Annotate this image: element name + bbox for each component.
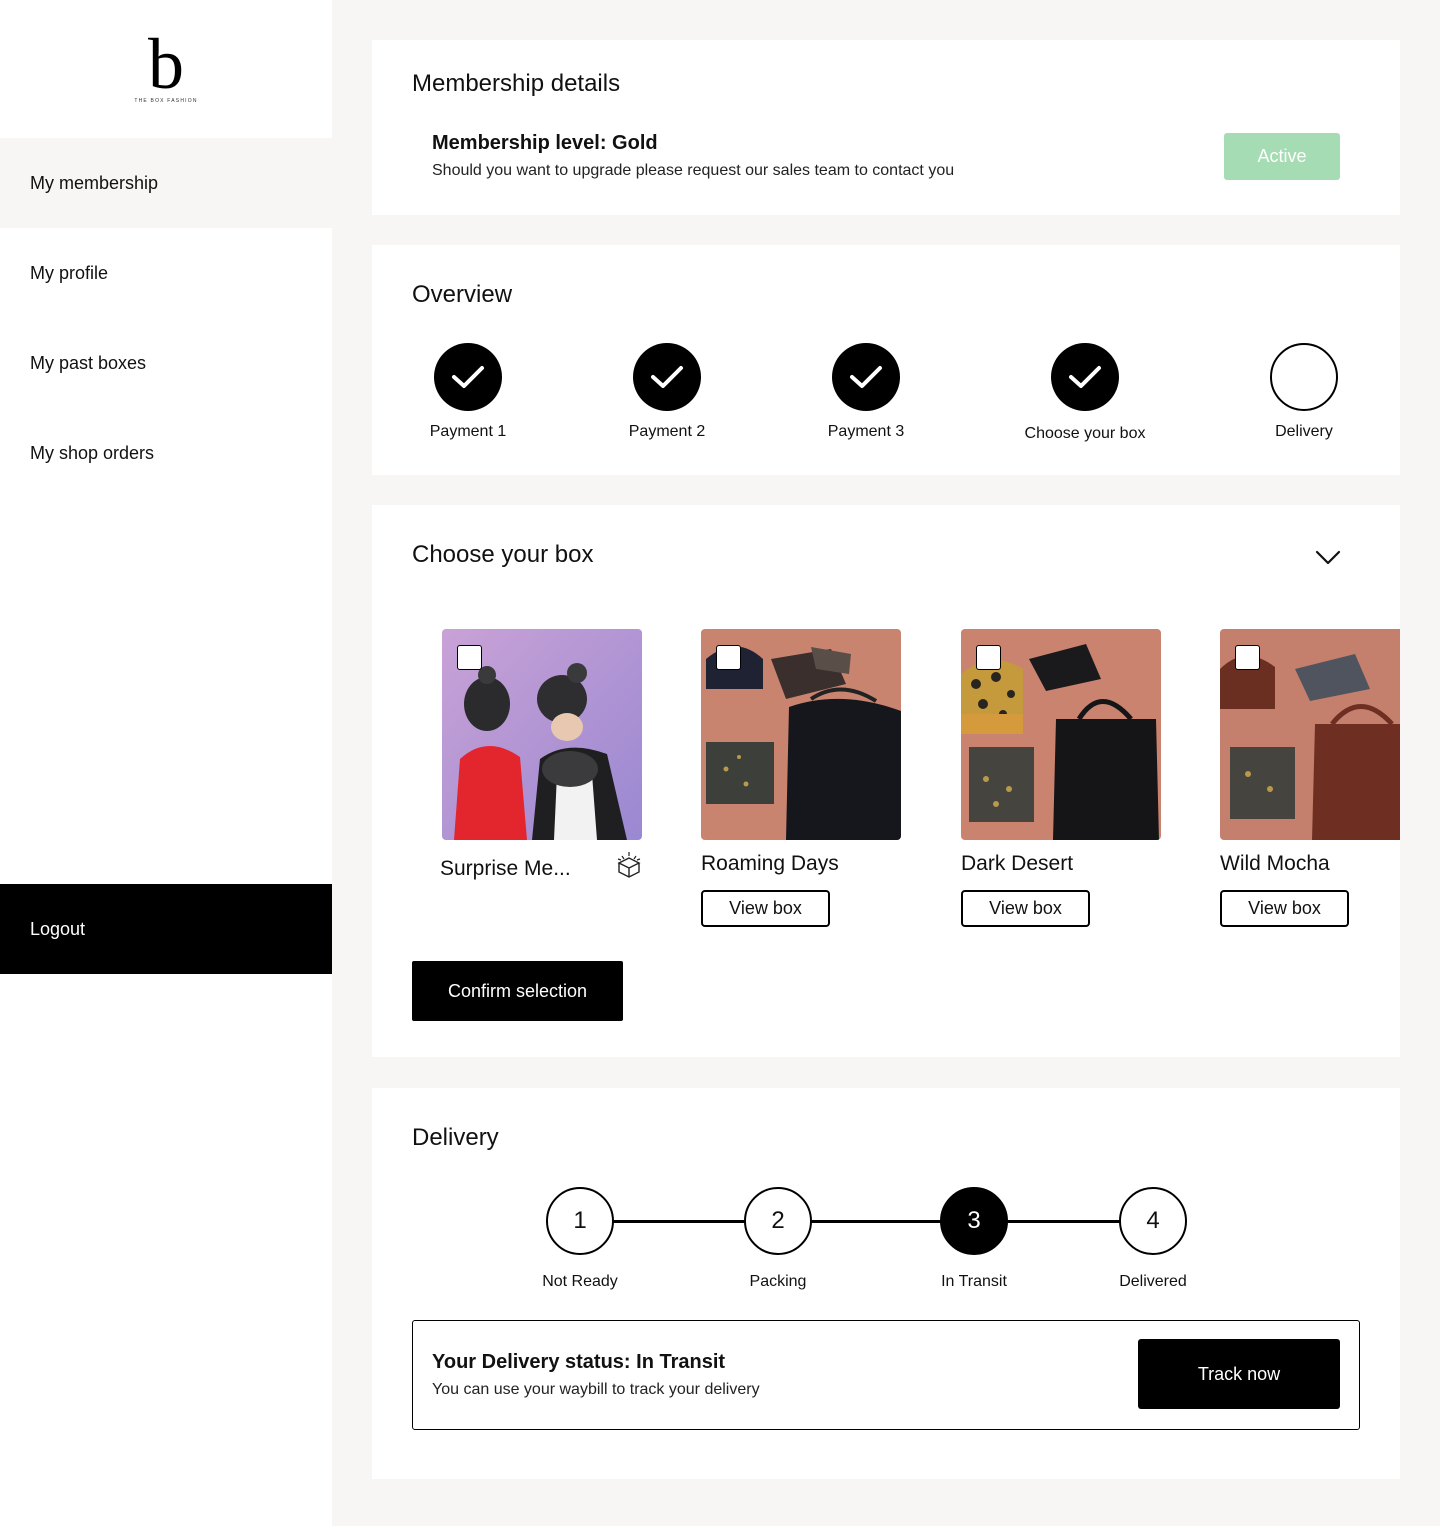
membership-level: Membership level: Gold (432, 132, 658, 154)
sidebar: b THE BOX FASHION My membership My profi… (0, 0, 332, 1526)
step-label: Packing (749, 1273, 807, 1290)
box-image (961, 629, 1161, 840)
overview-step-payment-2: Payment 2 (587, 343, 747, 441)
box-name: Wild Mocha (1220, 852, 1330, 875)
box-checkbox[interactable] (716, 645, 741, 670)
overview-step-label: Payment 2 (628, 423, 706, 440)
status-badge: Active (1224, 133, 1340, 180)
box-name: Dark Desert (961, 852, 1074, 875)
overview-step-label: Choose your box (1024, 425, 1146, 442)
check-icon (434, 343, 502, 411)
delivery-title: Delivery (412, 1124, 499, 1151)
step-number: 2 (744, 1187, 812, 1255)
box-image (442, 629, 642, 840)
step-number: 1 (546, 1187, 614, 1255)
box-name: Roaming Days (701, 852, 839, 875)
view-box-button[interactable]: View box (701, 890, 830, 927)
delivery-status-subtitle: You can use your waybill to track your d… (432, 1381, 760, 1398)
track-now-button[interactable]: Track now (1138, 1339, 1340, 1409)
view-box-button[interactable]: View box (961, 890, 1090, 927)
logo-mark: b (148, 24, 184, 104)
choose-box-card: Choose your box Surprise Me... Roaming D… (372, 505, 1400, 1057)
view-box-button[interactable]: View box (1220, 890, 1349, 927)
box-option-wild-mocha[interactable]: Wild Mocha View box (1220, 629, 1400, 927)
box-name: Surprise Me... (440, 856, 571, 880)
overview-step-label: Payment 1 (429, 423, 507, 440)
chevron-down-icon[interactable] (1314, 545, 1342, 569)
sidebar-item-my-profile[interactable]: My profile (0, 228, 332, 318)
confirm-selection-button[interactable]: Confirm selection (412, 961, 623, 1021)
box-option-roaming-days[interactable]: Roaming Days View box (701, 629, 901, 927)
choose-box-title: Choose your box (412, 541, 594, 568)
box-checkbox[interactable] (976, 645, 1001, 670)
overview-step-delivery: Delivery (1224, 343, 1384, 441)
box-checkbox[interactable] (457, 645, 482, 670)
delivery-status-panel: Your Delivery status: In Transit You can… (412, 1320, 1360, 1430)
check-icon (832, 343, 900, 411)
overview-step-choose-box: Choose your box (1005, 343, 1165, 443)
delivery-step-in-transit: 3 In Transit (919, 1187, 1029, 1291)
overview-title: Overview (412, 281, 513, 308)
overview-step-payment-1: Payment 1 (388, 343, 548, 441)
check-icon (633, 343, 701, 411)
brand-logo[interactable]: b THE BOX FASHION (0, 0, 332, 138)
step-label: Not Ready (542, 1273, 618, 1290)
box-image (701, 629, 901, 840)
box-checkbox[interactable] (1235, 645, 1260, 670)
step-number: 3 (940, 1187, 1008, 1255)
step-label: In Transit (941, 1273, 1007, 1290)
logout-button[interactable]: Logout (0, 884, 332, 974)
overview-step-payment-3: Payment 3 (786, 343, 946, 441)
step-number: 4 (1119, 1187, 1187, 1255)
overview-card: Overview Payment 1 Payment 2 Payment 3 C… (372, 245, 1400, 475)
sidebar-item-my-membership[interactable]: My membership (0, 138, 332, 228)
open-box-icon (614, 850, 644, 885)
delivery-status-title: Your Delivery status: In Transit (432, 1351, 726, 1373)
box-option-surprise-me[interactable]: Surprise Me... (440, 629, 644, 885)
empty-circle-icon (1270, 343, 1338, 411)
membership-subtitle: Should you want to upgrade please reques… (432, 162, 955, 179)
box-image (1220, 629, 1400, 840)
overview-step-label: Payment 3 (827, 423, 905, 440)
delivery-card: Delivery 1 Not Ready 2 Packing 3 In Tran… (372, 1088, 1400, 1479)
overview-step-label: Delivery (1275, 423, 1333, 440)
membership-title: Membership details (412, 70, 621, 97)
box-option-dark-desert[interactable]: Dark Desert View box (961, 629, 1161, 927)
sidebar-item-my-shop-orders[interactable]: My shop orders (0, 408, 332, 498)
logo-text: THE BOX FASHION (134, 98, 198, 104)
membership-card: Membership details Membership level: Gol… (372, 40, 1400, 215)
delivery-step-not-ready: 1 Not Ready (525, 1187, 635, 1291)
delivery-step-packing: 2 Packing (723, 1187, 833, 1291)
step-label: Delivered (1119, 1273, 1187, 1290)
delivery-step-delivered: 4 Delivered (1098, 1187, 1208, 1291)
check-icon (1051, 343, 1119, 411)
sidebar-item-my-past-boxes[interactable]: My past boxes (0, 318, 332, 408)
